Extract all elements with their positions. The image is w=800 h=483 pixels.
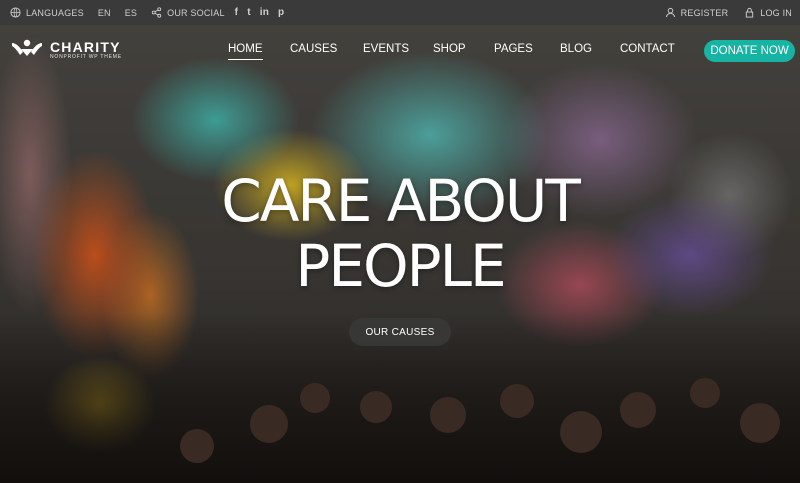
our-causes-button[interactable]: OUR CAUSES xyxy=(349,318,451,346)
hands-logo-icon xyxy=(10,37,44,64)
languages-selector[interactable]: LANGUAGES xyxy=(10,7,84,18)
register-link[interactable]: REGISTER xyxy=(665,7,729,18)
top-bar: LANGUAGES EN ES OUR SOCIAL f t in p REGI… xyxy=(0,0,800,25)
logo-name: CHARITY xyxy=(50,39,121,55)
hero-headline-line2: PEOPLE xyxy=(295,232,506,300)
language-en-label: EN xyxy=(97,7,111,18)
nav-causes[interactable]: CAUSES xyxy=(290,43,337,55)
language-en[interactable]: EN xyxy=(98,8,111,18)
lock-icon xyxy=(746,7,754,18)
login-label: LOG IN xyxy=(760,7,792,18)
nav-blog[interactable]: BLOG xyxy=(560,43,592,55)
social-links: f t in p xyxy=(235,7,285,18)
register-label: REGISTER xyxy=(680,7,729,18)
language-es-label: ES xyxy=(124,7,138,18)
main-header: CHARITY NONPROFIT WP THEME HOME CAUSES E… xyxy=(0,25,800,75)
user-icon xyxy=(665,7,675,18)
nav-shop[interactable]: SHOP xyxy=(433,43,466,55)
language-es[interactable]: ES xyxy=(125,8,137,18)
nav-home[interactable]: HOME xyxy=(228,43,263,60)
nav-contact[interactable]: CONTACT xyxy=(620,43,675,55)
logo-tagline: NONPROFIT WP THEME xyxy=(50,54,122,60)
hero-headline-line1: CARE ABOUT xyxy=(221,167,581,235)
login-link[interactable]: LOG IN xyxy=(744,7,792,18)
languages-label: LANGUAGES xyxy=(26,7,84,18)
our-social: OUR SOCIAL xyxy=(151,7,225,18)
globe-icon xyxy=(10,7,21,18)
our-social-label: OUR SOCIAL xyxy=(167,7,225,18)
nav-events[interactable]: EVENTS xyxy=(363,43,409,55)
facebook-icon[interactable]: f xyxy=(235,7,239,18)
donate-now-button[interactable]: DONATE NOW xyxy=(704,40,795,62)
twitter-icon[interactable]: t xyxy=(247,7,251,18)
pinterest-icon[interactable]: p xyxy=(278,7,284,18)
share-icon xyxy=(151,7,162,18)
nav-pages[interactable]: PAGES xyxy=(494,43,533,55)
linkedin-icon[interactable]: in xyxy=(260,7,269,18)
logo[interactable]: CHARITY NONPROFIT WP THEME xyxy=(10,37,122,64)
